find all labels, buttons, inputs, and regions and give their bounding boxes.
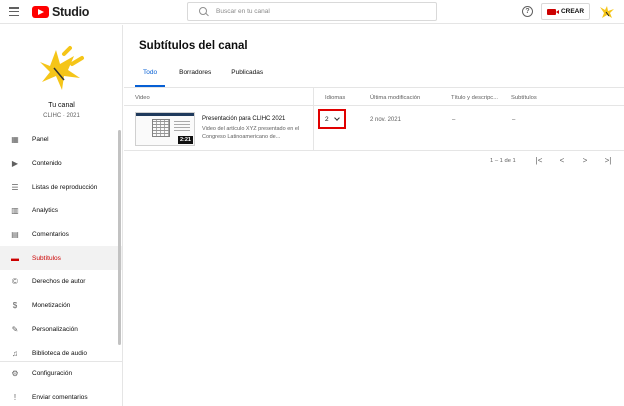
pagination-range: 1 – 1 de 1 <box>490 158 516 164</box>
title-description-status: – <box>452 117 456 123</box>
create-button[interactable]: CREAR <box>541 3 590 20</box>
feedback-icon: ! <box>13 393 17 403</box>
playlists-icon: ☰ <box>11 182 19 192</box>
sidebar-item-subtitles[interactable]: ▬ Subtítulos <box>0 246 122 271</box>
sidebar-item-comments[interactable]: ▤ Comentarios <box>0 223 122 247</box>
sidebar-item-label: Comentarios <box>32 231 69 239</box>
main-content: Subtítulos del canal Todo Borradores Pub… <box>124 25 624 406</box>
thumbnail-text-lines <box>174 121 190 133</box>
column-header-title-description: Título y descripc... <box>451 95 499 101</box>
subtitles-icon: ▬ <box>11 253 19 263</box>
video-title[interactable]: Presentación para CLIHC 2021 <box>202 116 308 122</box>
sidebar-item-label: Personalización <box>32 325 78 333</box>
sidebar-item-label: Contenido <box>32 160 62 168</box>
column-header-video: Video <box>135 95 150 101</box>
video-camera-icon <box>546 8 559 15</box>
sidebar: Tu canal CLIHC · 2021 ▦ Panel ▶ Contenid… <box>0 25 123 406</box>
sidebar-item-label: Analytics <box>32 207 59 215</box>
youtube-logo-icon <box>32 6 49 18</box>
first-page-icon[interactable]: |< <box>533 156 545 166</box>
logo-text: Studio <box>52 5 90 19</box>
sidebar-item-label: Configuración <box>32 370 73 378</box>
channel-avatar[interactable] <box>34 42 88 92</box>
copyright-icon: © <box>12 277 18 287</box>
sidebar-item-panel[interactable]: ▦ Panel <box>0 128 122 152</box>
help-icon[interactable]: ? <box>522 6 533 17</box>
content-icon: ▶ <box>11 159 19 169</box>
magic-wand-icon: ✎ <box>11 324 19 334</box>
thumbnail-header-bar <box>136 113 194 116</box>
column-header-subtitles: Subtítulos <box>511 95 537 101</box>
video-description: Video del artículo XYZ presentado en el … <box>202 126 300 140</box>
subtitles-status: – <box>512 117 516 123</box>
sidebar-item-monetization[interactable]: $ Monetización <box>0 294 122 318</box>
sidebar-item-label: Listas de reproducción <box>32 183 98 191</box>
sidebar-item-customization[interactable]: ✎ Personalización <box>0 318 122 342</box>
sidebar-item-settings[interactable]: ⚙ Configuración <box>0 362 122 386</box>
dollar-icon: $ <box>12 301 18 311</box>
thumbnail-diagram <box>152 119 170 137</box>
sidebar-item-feedback[interactable]: ! Enviar comentarios <box>0 386 122 406</box>
column-header-languages: Idiomas <box>325 95 346 101</box>
audio-library-icon: ♫ <box>12 348 18 358</box>
dashboard-icon: ▦ <box>11 135 19 145</box>
header-divider <box>124 105 624 106</box>
studio-logo[interactable]: Studio <box>32 5 89 19</box>
sidebar-item-label: Enviar comentarios <box>32 394 88 402</box>
video-thumbnail[interactable]: 2:21 <box>135 112 195 146</box>
sidebar-item-label: Derechos de autor <box>32 278 86 286</box>
sidebar-item-content[interactable]: ▶ Contenido <box>0 152 122 176</box>
chevron-down-icon <box>333 115 340 121</box>
channel-subtitle: CLIHC · 2021 <box>43 113 80 119</box>
video-duration: 2:21 <box>177 136 193 144</box>
page-title: Subtítulos del canal <box>139 40 248 52</box>
sidebar-item-label: Subtítulos <box>32 254 61 262</box>
create-label: CREAR <box>560 8 585 15</box>
tab-bar: Todo Borradores Publicadas <box>135 68 271 88</box>
account-avatar[interactable] <box>598 4 616 20</box>
languages-dropdown[interactable]: 2 <box>318 109 346 129</box>
comments-icon: ▤ <box>11 230 19 240</box>
row-divider <box>124 150 624 151</box>
sidebar-item-playlists[interactable]: ☰ Listas de reproducción <box>0 175 122 199</box>
previous-page-icon[interactable]: < <box>556 156 568 166</box>
top-bar: Studio ? CREAR <box>0 0 624 24</box>
gear-icon: ⚙ <box>11 369 19 379</box>
sidebar-nav: ▦ Panel ▶ Contenido ☰ Listas de reproduc… <box>0 128 122 365</box>
languages-count: 2 <box>325 115 329 123</box>
analytics-icon: ▥ <box>11 206 19 216</box>
channel-name: Tu canal <box>48 102 75 109</box>
menu-icon[interactable] <box>9 7 19 16</box>
sidebar-item-label: Biblioteca de audio <box>32 349 87 357</box>
tab-published[interactable]: Publicadas <box>223 68 271 88</box>
tab-drafts[interactable]: Borradores <box>171 68 219 88</box>
column-header-modified[interactable]: Última modificación <box>370 95 420 101</box>
sidebar-bottom-nav: ⚙ Configuración ! Enviar comentarios <box>0 361 122 406</box>
modified-date: 2 nov. 2021 <box>370 117 401 123</box>
search-icon <box>199 6 209 17</box>
tabs-divider <box>124 87 624 88</box>
sidebar-item-label: Panel <box>32 136 49 144</box>
sidebar-item-analytics[interactable]: ▥ Analytics <box>0 199 122 223</box>
column-divider <box>313 88 314 150</box>
next-page-icon[interactable]: > <box>579 156 591 166</box>
sidebar-scrollbar[interactable] <box>118 130 121 345</box>
tab-all[interactable]: Todo <box>135 68 166 88</box>
search-input[interactable] <box>216 8 426 15</box>
sidebar-item-copyright[interactable]: © Derechos de autor <box>0 270 122 294</box>
sidebar-item-label: Monetización <box>32 302 71 310</box>
search-box[interactable] <box>187 2 437 21</box>
last-page-icon[interactable]: >| <box>602 156 614 166</box>
